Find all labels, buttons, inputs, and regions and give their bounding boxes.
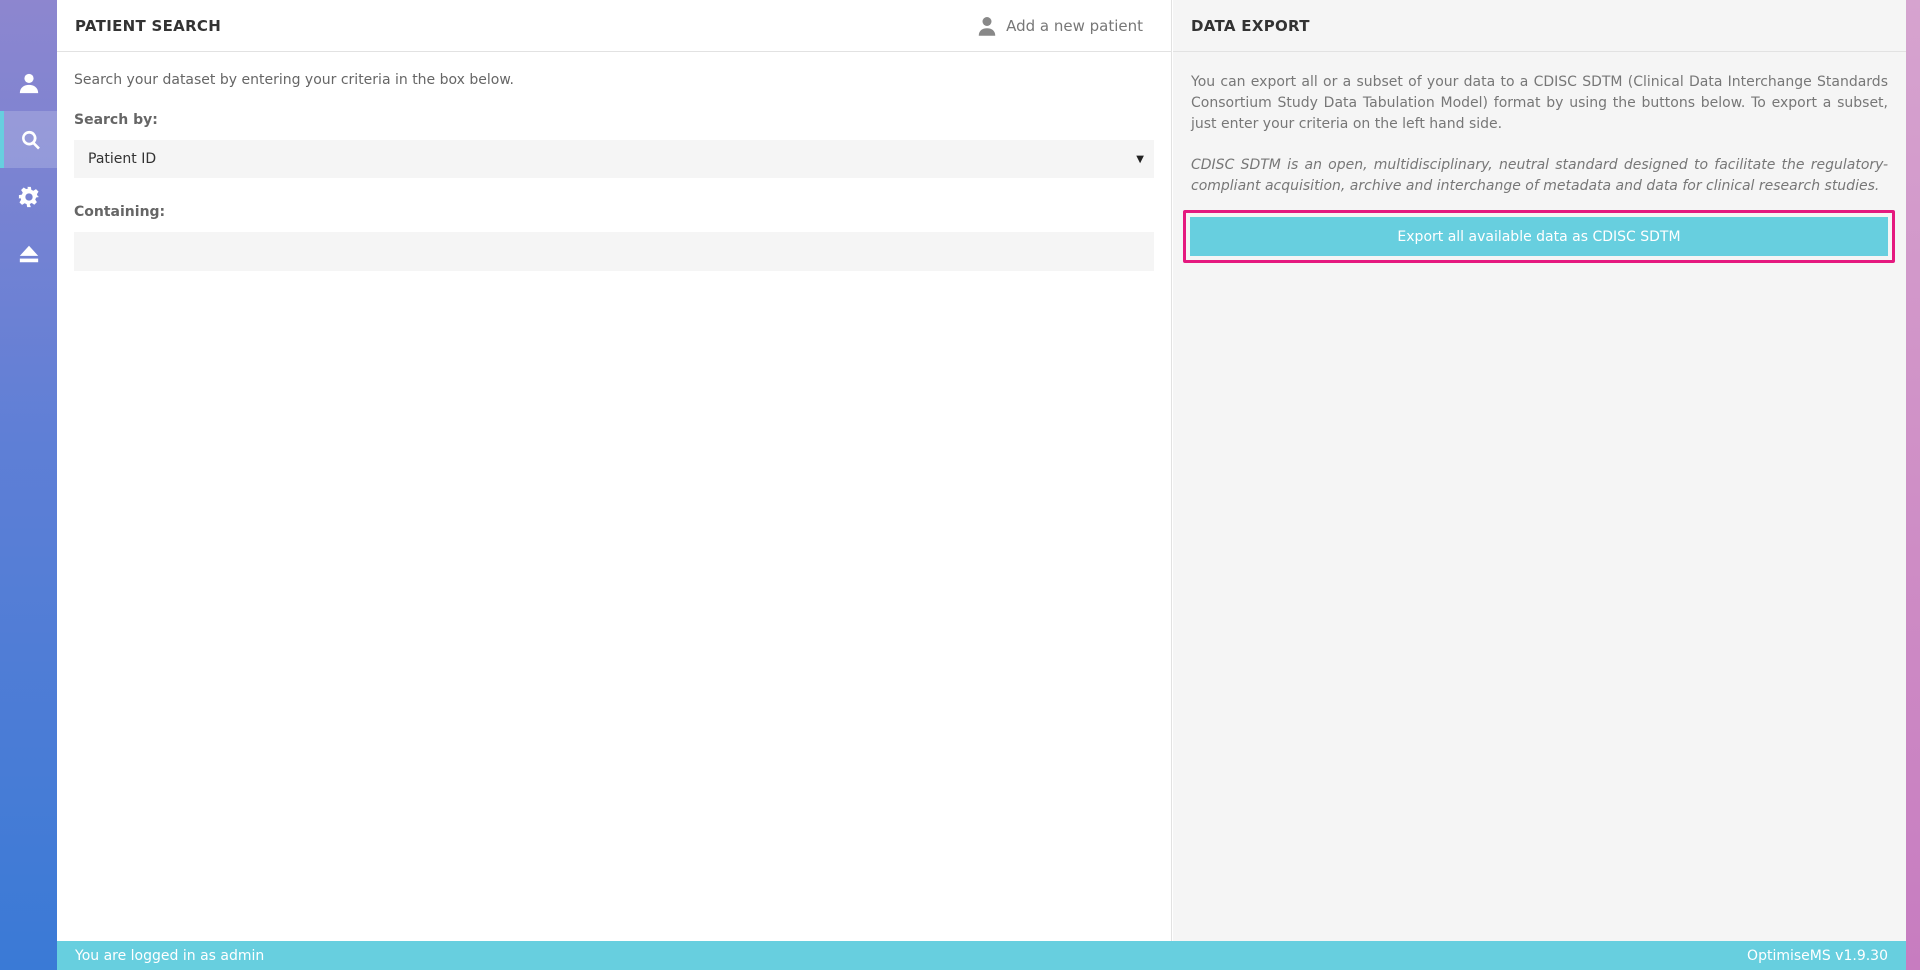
gear-icon <box>18 186 39 207</box>
search-intro-text: Search your dataset by entering your cri… <box>74 72 514 88</box>
containing-input[interactable] <box>74 232 1154 271</box>
add-user-icon <box>978 16 996 36</box>
patient-search-title: PATIENT SEARCH <box>75 16 222 35</box>
login-status: You are logged in as admin <box>75 947 265 964</box>
search-icon <box>21 130 40 149</box>
add-patient-button[interactable]: Add a new patient <box>978 16 1143 36</box>
export-sdtm-button[interactable]: Export all available data as CDISC SDTM <box>1190 217 1888 256</box>
data-export-header: DATA EXPORT <box>1173 0 1906 52</box>
sidebar-item-search[interactable] <box>0 111 57 168</box>
data-export-title: DATA EXPORT <box>1191 16 1310 35</box>
export-description: You can export all or a subset of your d… <box>1191 74 1888 132</box>
sidebar-item-settings[interactable] <box>0 168 57 225</box>
caret-down-icon: ▼ <box>1136 153 1144 165</box>
sidebar-item-logout[interactable] <box>0 225 57 282</box>
search-by-label: Search by: <box>74 112 158 128</box>
eject-icon <box>19 245 38 262</box>
search-by-select[interactable]: Patient ID ▼ <box>74 140 1154 178</box>
sidebar-item-user[interactable] <box>0 54 57 111</box>
export-note: CDISC SDTM is an open, multidisciplinary… <box>1191 157 1888 194</box>
patient-search-panel: PATIENT SEARCH Add a new patient Search … <box>57 0 1172 941</box>
data-export-panel: DATA EXPORT You can export all or a subs… <box>1173 0 1906 941</box>
patient-search-body: Search your dataset by entering your cri… <box>57 52 1171 291</box>
sidebar <box>0 0 57 970</box>
patient-search-header: PATIENT SEARCH Add a new patient <box>57 0 1171 52</box>
containing-label: Containing: <box>74 204 166 220</box>
add-patient-label: Add a new patient <box>1006 16 1143 35</box>
status-footer: You are logged in as admin OptimiseMS v1… <box>57 941 1906 970</box>
user-icon <box>19 73 38 93</box>
search-by-value: Patient ID <box>88 151 157 167</box>
app-version: OptimiseMS v1.9.30 <box>1747 947 1888 964</box>
right-edge-decoration <box>1906 0 1920 970</box>
